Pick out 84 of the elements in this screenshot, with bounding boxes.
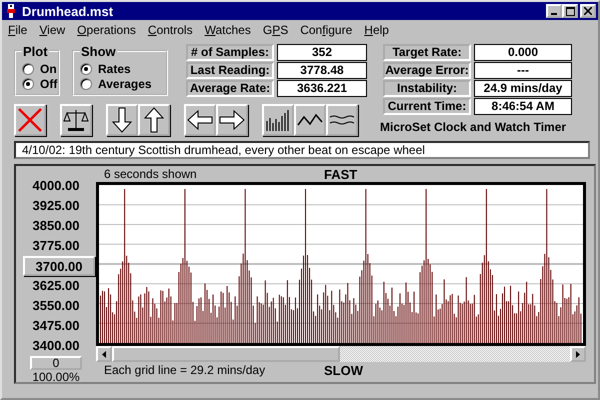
line-chart-icon xyxy=(297,113,323,127)
app-icon xyxy=(4,3,18,19)
window-title: Drumhead.mst xyxy=(22,4,114,18)
radio-option[interactable]: On xyxy=(22,62,58,76)
menu-item[interactable]: Controls xyxy=(148,23,193,37)
scroll-right-button[interactable] xyxy=(570,346,586,362)
axis-label: 3400.00 xyxy=(32,337,80,355)
up-arrow-icon xyxy=(144,107,164,133)
close-icon xyxy=(584,7,592,15)
stat-label: # of Samples: xyxy=(186,44,274,61)
axis-label: 3475.00 xyxy=(32,317,80,335)
stat-value: 0.000 xyxy=(474,44,572,61)
slow-label: SLOW xyxy=(324,362,363,378)
axis-label: 3925.00 xyxy=(32,197,80,215)
down-button[interactable] xyxy=(106,104,138,136)
stat-value: 3636.221 xyxy=(277,80,367,97)
stat-label: Average Rate: xyxy=(186,80,274,97)
offset-button[interactable]: 0 xyxy=(30,356,82,370)
radio-option[interactable]: Averages xyxy=(80,77,166,91)
stat-value: --- xyxy=(474,62,572,79)
maximize-icon xyxy=(566,6,574,16)
radio-button[interactable] xyxy=(80,78,92,90)
wave-icon xyxy=(329,114,355,126)
menu-item[interactable]: Configure xyxy=(300,23,352,37)
right-button[interactable] xyxy=(216,104,248,136)
scroll-left-button[interactable] xyxy=(96,346,112,362)
stat-value: 8:46:54 AM xyxy=(474,98,572,115)
maximize-button[interactable] xyxy=(562,4,578,18)
left-triangle-icon xyxy=(102,350,106,358)
radio-option[interactable]: Rates xyxy=(80,62,166,76)
seconds-shown-label: 6 seconds shown xyxy=(103,167,198,181)
right-triangle-icon xyxy=(576,350,580,358)
group-title: Show xyxy=(80,44,117,59)
menu-item[interactable]: Operations xyxy=(77,23,136,37)
cross-icon xyxy=(17,107,43,133)
radio-button[interactable] xyxy=(22,78,34,90)
axis-label: 3850.00 xyxy=(32,217,80,235)
stat-label: Current Time: xyxy=(383,98,471,115)
radio-label: Off xyxy=(40,77,58,91)
radio-label: On xyxy=(40,62,57,76)
radio-label: Rates xyxy=(98,62,131,76)
stat-value: 24.9 mins/day xyxy=(474,80,572,97)
axis-label: 3775.00 xyxy=(32,237,80,255)
fast-label: FAST xyxy=(324,166,358,182)
scroll-thumb[interactable] xyxy=(112,346,340,362)
bar-plot-button[interactable] xyxy=(262,104,294,136)
stat-value: 3778.48 xyxy=(277,62,367,79)
radio-button[interactable] xyxy=(80,63,92,75)
menu-item[interactable]: Watches xyxy=(204,23,251,37)
stat-label: Instability: xyxy=(383,80,471,97)
stat-value: 352 xyxy=(277,44,367,61)
up-button[interactable] xyxy=(138,104,170,136)
balance-button[interactable] xyxy=(60,104,92,136)
right-arrow-icon xyxy=(219,110,245,130)
minimize-button[interactable] xyxy=(546,4,562,18)
wave-plot-button[interactable] xyxy=(326,104,358,136)
radio-button[interactable] xyxy=(22,63,34,75)
grid-note: Each grid line = 29.2 mins/day xyxy=(103,363,266,377)
menu-item[interactable]: Help xyxy=(364,23,389,37)
cancel-button[interactable] xyxy=(14,104,46,136)
menu-item[interactable]: GPS xyxy=(262,23,288,37)
bar-chart-icon xyxy=(266,109,290,131)
radio-label: Averages xyxy=(98,77,152,91)
center-value-button[interactable]: 3700.00 xyxy=(23,256,95,276)
app-name: MicroSet Clock and Watch Timer xyxy=(380,120,566,136)
stat-label: Target Rate: xyxy=(383,44,471,61)
menu-item[interactable]: File xyxy=(8,23,28,37)
axis-label: 4000.00 xyxy=(32,177,80,195)
left-arrow-icon xyxy=(187,110,213,130)
line-plot-button[interactable] xyxy=(294,104,326,136)
balance-scale-icon xyxy=(63,108,89,132)
notes-field[interactable]: 4/10/02: 19th century Scottish drumhead, every other beat on escape wheel xyxy=(14,141,590,159)
stat-label: Average Error: xyxy=(383,62,471,79)
zoom-percent: 100.00% xyxy=(32,370,80,384)
stat-label: Last Reading: xyxy=(186,62,274,79)
group-title: Plot xyxy=(22,44,49,59)
down-arrow-icon xyxy=(112,107,132,133)
axis-label: 3625.00 xyxy=(32,277,80,295)
left-button[interactable] xyxy=(184,104,216,136)
horizontal-scrollbar[interactable] xyxy=(96,346,586,362)
axis-label: 3550.00 xyxy=(32,297,80,315)
radio-option[interactable]: Off xyxy=(22,77,58,91)
close-button[interactable] xyxy=(580,4,596,18)
menu-item[interactable]: View xyxy=(39,23,66,37)
